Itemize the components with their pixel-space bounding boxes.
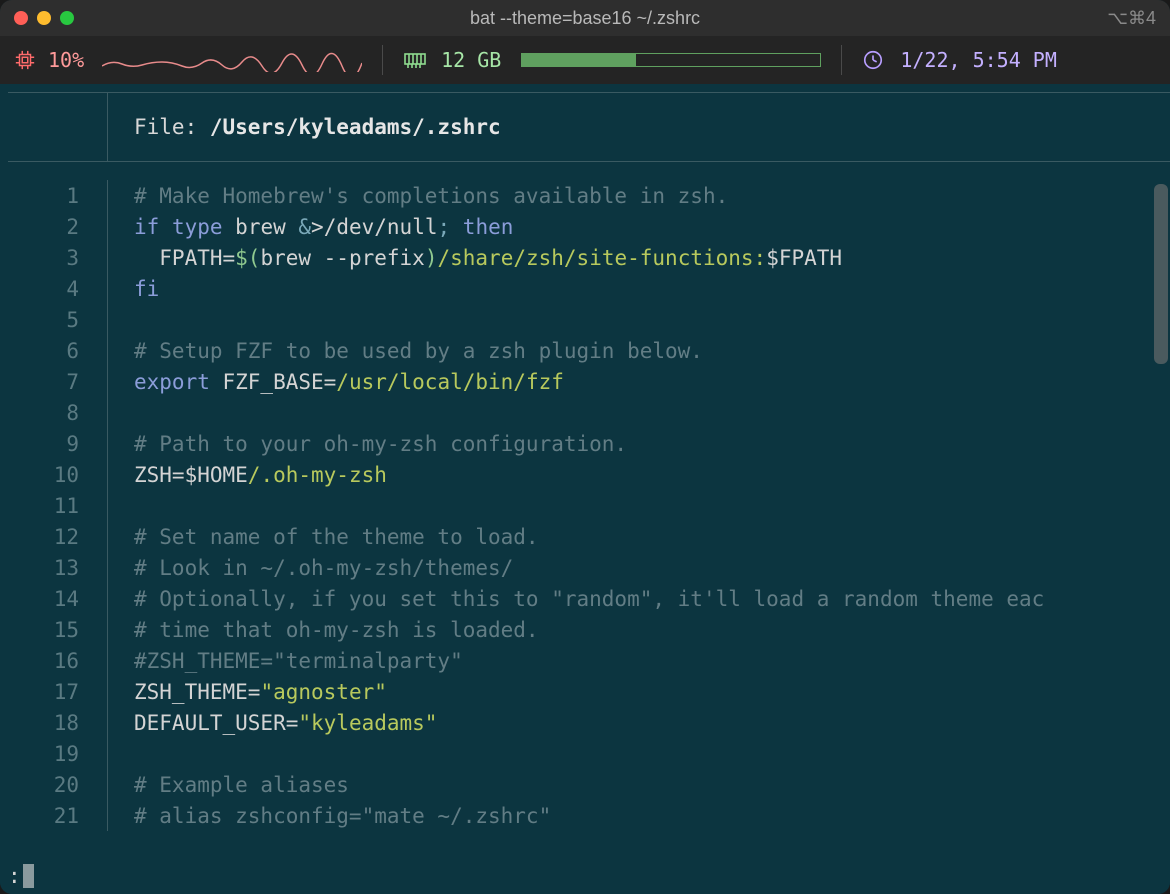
code-line: 21# alias zshconfig="mate ~/.zshrc" xyxy=(8,800,1170,831)
memory-bar xyxy=(521,53,821,67)
line-number: 11 xyxy=(8,490,108,521)
code-text: FPATH=$(brew --prefix)/share/zsh/site-fu… xyxy=(108,246,842,270)
code-text: # Path to your oh-my-zsh configuration. xyxy=(108,432,627,456)
memory-icon xyxy=(403,50,427,70)
code-line: 3 FPATH=$(brew --prefix)/share/zsh/site-… xyxy=(8,242,1170,273)
line-number: 14 xyxy=(8,583,108,614)
terminal-window: bat --theme=base16 ~/.zshrc ⌥⌘4 10% xyxy=(0,0,1170,894)
code-text: # Set name of the theme to load. xyxy=(108,525,539,549)
prompt-char: : xyxy=(8,864,21,888)
code-line: 12# Set name of the theme to load. xyxy=(8,521,1170,552)
line-number: 9 xyxy=(8,428,108,459)
code-text: ZSH=$HOME/.oh-my-zsh xyxy=(108,463,387,487)
code-line: 7export FZF_BASE=/usr/local/bin/fzf xyxy=(8,366,1170,397)
code-text: # Look in ~/.oh-my-zsh/themes/ xyxy=(108,556,513,580)
line-number: 4 xyxy=(8,273,108,304)
code-text: DEFAULT_USER="kyleadams" xyxy=(108,711,437,735)
code-line: 4fi xyxy=(8,273,1170,304)
line-number: 6 xyxy=(8,335,108,366)
code-line: 2if type brew &>/dev/null; then xyxy=(8,211,1170,242)
line-number: 15 xyxy=(8,614,108,645)
traffic-lights xyxy=(14,11,74,25)
line-number: 18 xyxy=(8,707,108,738)
line-number: 7 xyxy=(8,366,108,397)
code-text: fi xyxy=(108,277,159,301)
code-line: 9# Path to your oh-my-zsh configuration. xyxy=(8,428,1170,459)
code-text: # Optionally, if you set this to "random… xyxy=(108,587,1044,611)
cpu-percent: 10% xyxy=(48,48,84,72)
code-text: export FZF_BASE=/usr/local/bin/fzf xyxy=(108,370,564,394)
datetime-text: 1/22, 5:54 PM xyxy=(900,48,1057,72)
code-line: 18DEFAULT_USER="kyleadams" xyxy=(8,707,1170,738)
cursor xyxy=(23,864,34,888)
status-bar: 10% 12 GB 1/22, 5:54 PM xyxy=(0,36,1170,84)
code-line: 5 xyxy=(8,304,1170,335)
line-number: 19 xyxy=(8,738,108,769)
window-title: bat --theme=base16 ~/.zshrc xyxy=(0,8,1170,29)
code-text: # Example aliases xyxy=(108,773,349,797)
separator xyxy=(841,45,842,75)
code-text: # alias zshconfig="mate ~/.zshrc" xyxy=(108,804,551,828)
clock-icon xyxy=(862,49,884,71)
line-number: 5 xyxy=(8,304,108,335)
code-line: 6# Setup FZF to be used by a zsh plugin … xyxy=(8,335,1170,366)
code-line: 16#ZSH_THEME="terminalparty" xyxy=(8,645,1170,676)
line-number: 17 xyxy=(8,676,108,707)
close-button[interactable] xyxy=(14,11,28,25)
line-number: 13 xyxy=(8,552,108,583)
terminal-content[interactable]: File: /Users/kyleadams/.zshrc 1# Make Ho… xyxy=(0,84,1170,894)
separator xyxy=(382,45,383,75)
code-text: ZSH_THEME="agnoster" xyxy=(108,680,387,704)
line-number: 21 xyxy=(8,800,108,831)
code-line: 17ZSH_THEME="agnoster" xyxy=(8,676,1170,707)
line-number: 1 xyxy=(8,180,108,211)
cpu-icon xyxy=(14,49,36,71)
line-number: 12 xyxy=(8,521,108,552)
pager-prompt[interactable]: : xyxy=(8,864,34,888)
code-line: 8 xyxy=(8,397,1170,428)
zoom-button[interactable] xyxy=(60,11,74,25)
code-text: #ZSH_THEME="terminalparty" xyxy=(108,649,463,673)
code-text: # Make Homebrew's completions available … xyxy=(108,184,728,208)
code-text: if type brew &>/dev/null; then xyxy=(108,215,513,239)
minimize-button[interactable] xyxy=(37,11,51,25)
shortcut-text: ⌥⌘4 xyxy=(1107,8,1156,29)
code-text: # time that oh-my-zsh is loaded. xyxy=(108,618,539,642)
code-line: 1# Make Homebrew's completions available… xyxy=(8,180,1170,211)
code-line: 13# Look in ~/.oh-my-zsh/themes/ xyxy=(8,552,1170,583)
code-line: 10ZSH=$HOME/.oh-my-zsh xyxy=(8,459,1170,490)
file-label: File: xyxy=(134,115,210,139)
line-number: 8 xyxy=(8,397,108,428)
line-number: 20 xyxy=(8,769,108,800)
line-number: 3 xyxy=(8,242,108,273)
line-number: 2 xyxy=(8,211,108,242)
cpu-sparkline xyxy=(102,48,362,72)
code-line: 19 xyxy=(8,738,1170,769)
code-line: 11 xyxy=(8,490,1170,521)
file-path: /Users/kyleadams/.zshrc xyxy=(210,115,501,139)
line-number: 16 xyxy=(8,645,108,676)
code-line: 14# Optionally, if you set this to "rand… xyxy=(8,583,1170,614)
code-area[interactable]: 1# Make Homebrew's completions available… xyxy=(8,162,1170,831)
memory-text: 12 GB xyxy=(441,48,501,72)
file-header: File: /Users/kyleadams/.zshrc xyxy=(8,92,1170,162)
code-text: # Setup FZF to be used by a zsh plugin b… xyxy=(108,339,703,363)
titlebar[interactable]: bat --theme=base16 ~/.zshrc ⌥⌘4 xyxy=(0,0,1170,36)
code-line: 20# Example aliases xyxy=(8,769,1170,800)
line-number: 10 xyxy=(8,459,108,490)
shortcut-badge: ⌥⌘4 xyxy=(1107,8,1156,29)
code-line: 15# time that oh-my-zsh is loaded. xyxy=(8,614,1170,645)
scrollbar-thumb[interactable] xyxy=(1154,184,1168,364)
